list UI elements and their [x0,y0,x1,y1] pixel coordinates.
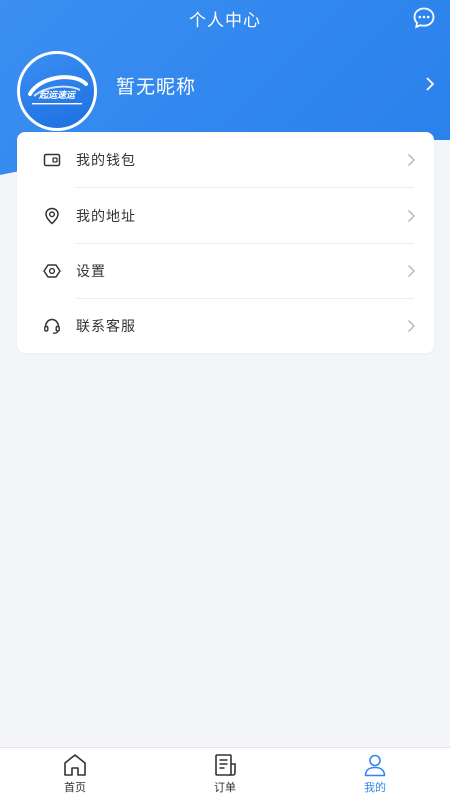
tab-orders[interactable]: 订单 [185,752,265,798]
menu-card: 我的钱包 我的地址 设置 联系客服 [17,132,434,353]
tab-label: 我的 [364,781,386,794]
chevron-right-icon [408,264,415,277]
tab-home[interactable]: 首页 [35,752,115,798]
brand-logo: 起运速运 [28,75,88,105]
menu-item-wallet[interactable]: 我的钱包 [17,132,434,187]
user-icon [364,754,386,777]
menu-item-label: 我的钱包 [76,152,136,169]
logo-text: 起运速运 [38,90,77,101]
bottom-tab-bar: 首页 订单 我的 [0,747,450,800]
message-icon[interactable] [412,6,436,30]
tab-label: 首页 [64,781,86,794]
chevron-right-icon [408,319,415,332]
menu-item-customer-service[interactable]: 联系客服 [17,298,434,353]
menu-item-label: 联系客服 [76,318,136,335]
chevron-right-icon[interactable] [424,76,436,92]
avatar[interactable]: 起运速运 [17,51,97,131]
menu-item-settings[interactable]: 设置 [17,243,434,298]
location-icon [45,207,59,225]
order-icon [215,754,236,776]
headset-icon [44,318,60,334]
menu-item-label: 设置 [76,263,106,280]
menu-item-address[interactable]: 我的地址 [17,188,434,243]
settings-icon [43,263,61,278]
tab-label: 订单 [214,781,236,794]
home-icon [64,754,86,776]
chevron-right-icon [408,153,415,166]
page-title: 个人中心 [189,11,261,31]
nickname[interactable]: 暂无昵称 [116,72,196,99]
chevron-right-icon [408,209,415,222]
wallet-icon [43,153,61,166]
menu-item-label: 我的地址 [76,208,136,225]
tab-mine[interactable]: 我的 [335,752,415,798]
